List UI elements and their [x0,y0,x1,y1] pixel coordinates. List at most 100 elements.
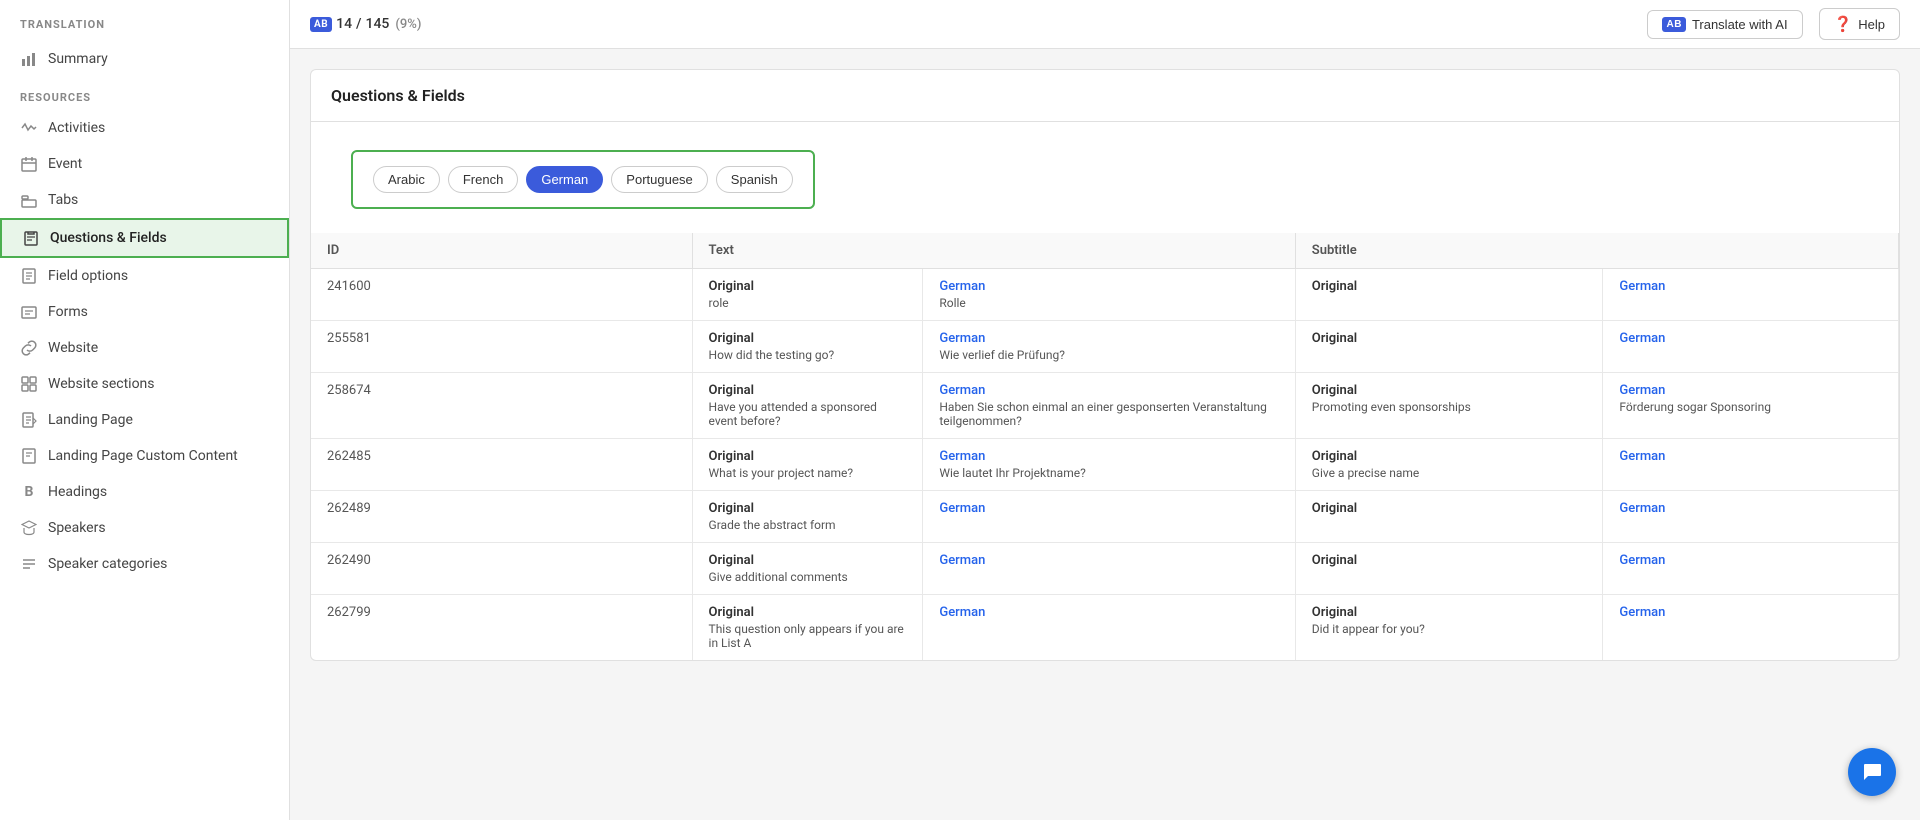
nav-icon [20,555,38,573]
field-options-label: Field options [48,268,128,284]
activities-label: Activities [48,120,105,136]
cell-subtitle-german[interactable]: German [1603,439,1899,491]
summary-label: Summary [48,51,108,67]
help-button[interactable]: ❓ Help [1819,8,1900,40]
progress-badge: AB 14 / 145 (9%) [310,16,421,32]
sidebar-item-landing-page[interactable]: Landing Page [0,402,289,438]
sidebar-item-speaker-categories[interactable]: Speaker categories [0,546,289,582]
app-title: TRANSLATION [0,0,289,41]
website-sections-label: Website sections [48,376,155,392]
cell-text-german[interactable]: German [923,595,1295,661]
cell-text-german[interactable]: German [923,543,1295,595]
col-header-id: ID [311,233,692,269]
main-content: AB 14 / 145 (9%) AB Translate with AI ❓ … [290,0,1920,820]
top-bar: AB 14 / 145 (9%) AB Translate with AI ❓ … [290,0,1920,49]
table-row: 262485OriginalWhat is your project name?… [311,439,1899,491]
top-bar-actions: AB Translate with AI ❓ Help [1647,8,1900,40]
sidebar-item-summary[interactable]: Summary [0,41,289,77]
resources-label: RESOURCES [0,77,289,110]
chat-button[interactable] [1848,748,1896,796]
cell-text-german[interactable]: GermanWie lautet Ihr Projektname? [923,439,1295,491]
grad-icon [20,519,38,537]
clipboard-icon [22,229,40,247]
cell-id: 241600 [311,269,692,321]
cell-subtitle-german[interactable]: German [1603,543,1899,595]
cell-id: 255581 [311,321,692,373]
speaker-categories-label: Speaker categories [48,556,167,572]
sidebar: TRANSLATION Summary RESOURCES Activities… [0,0,290,820]
translate-ai-label: Translate with AI [1692,17,1788,32]
cell-subtitle-german[interactable]: German [1603,269,1899,321]
help-label: Help [1858,17,1885,32]
cell-text-original: OriginalThis question only appears if yo… [692,595,923,661]
cell-text-german[interactable]: German [923,491,1295,543]
table-row: 262799OriginalThis question only appears… [311,595,1899,661]
cell-text-original: Originalrole [692,269,923,321]
sidebar-item-landing-page-custom[interactable]: Landing Page Custom Content [0,438,289,474]
lang-tab-french[interactable]: French [448,166,518,193]
cell-id: 262490 [311,543,692,595]
lang-tab-arabic[interactable]: Arabic [373,166,440,193]
help-circle-icon: ❓ [1834,15,1853,33]
sidebar-item-questions-fields[interactable]: Questions & Fields [0,218,289,258]
cell-subtitle-original: Original [1295,491,1603,543]
cell-text-german[interactable]: GermanWie verlief die Prüfung? [923,321,1295,373]
table-row: 241600OriginalroleGermanRolleOriginalGer… [311,269,1899,321]
speakers-label: Speakers [48,520,106,536]
ab-icon: AB [310,17,332,32]
sidebar-item-website[interactable]: Website [0,330,289,366]
cell-subtitle-original: Original [1295,543,1603,595]
questions-fields-label: Questions & Fields [50,230,167,246]
cell-id: 258674 [311,373,692,439]
landing-page-label: Landing Page [48,412,133,428]
progress-section: AB 14 / 145 (9%) [310,16,421,32]
translation-table: ID Text Subtitle 241600OriginalroleGerma… [311,233,1899,660]
section-title: Questions & Fields [311,70,1899,122]
page-icon [20,411,38,429]
cell-text-original: OriginalGive additional comments [692,543,923,595]
lang-tab-spanish[interactable]: Spanish [716,166,793,193]
b-icon: B [20,483,38,501]
cell-subtitle-original: Original [1295,269,1603,321]
lang-tab-german[interactable]: German [526,166,603,193]
cell-text-german[interactable]: GermanRolle [923,269,1295,321]
progress-count: 14 [336,16,352,32]
cell-id: 262485 [311,439,692,491]
sidebar-item-tabs[interactable]: Tabs [0,182,289,218]
website-label: Website [48,340,98,356]
cell-text-german[interactable]: GermanHaben Sie schon einmal an einer ge… [923,373,1295,439]
cell-subtitle-german[interactable]: German [1603,595,1899,661]
lang-tab-portuguese[interactable]: Portuguese [611,166,708,193]
sidebar-item-field-options[interactable]: Field options [0,258,289,294]
sidebar-item-speakers[interactable]: Speakers [0,510,289,546]
grid-icon [20,375,38,393]
translate-ai-button[interactable]: AB Translate with AI [1647,10,1802,39]
col-header-text: Text [692,233,1295,269]
sidebar-item-forms[interactable]: Forms [0,294,289,330]
sidebar-item-event[interactable]: Event [0,146,289,182]
headings-label: Headings [48,484,107,500]
table-row: 262490OriginalGive additional commentsGe… [311,543,1899,595]
cell-id: 262489 [311,491,692,543]
table-row: 262489OriginalGrade the abstract formGer… [311,491,1899,543]
cell-text-original: OriginalGrade the abstract form [692,491,923,543]
sidebar-item-headings[interactable]: B Headings [0,474,289,510]
doc-icon [20,267,38,285]
event-label: Event [48,156,82,172]
lang-tabs-wrapper: Arabic French German Portuguese Spanish [311,122,1899,223]
cell-id: 262799 [311,595,692,661]
progress-total: 145 [366,16,390,32]
cell-subtitle-german[interactable]: German [1603,491,1899,543]
sidebar-item-website-sections[interactable]: Website sections [0,366,289,402]
sidebar-item-activities[interactable]: Activities [0,110,289,146]
language-tabs: Arabic French German Portuguese Spanish [351,150,815,209]
cell-subtitle-german[interactable]: GermanFörderung sogar Sponsoring [1603,373,1899,439]
event-icon [20,155,38,173]
cell-subtitle-german[interactable]: German [1603,321,1899,373]
page2-icon [20,447,38,465]
cell-subtitle-original: OriginalGive a precise name [1295,439,1603,491]
content-area: Questions & Fields Arabic French German … [290,49,1920,820]
landing-page-custom-label: Landing Page Custom Content [48,448,238,464]
translate-ai-icon: AB [1662,17,1685,32]
cell-text-original: OriginalHave you attended a sponsored ev… [692,373,923,439]
